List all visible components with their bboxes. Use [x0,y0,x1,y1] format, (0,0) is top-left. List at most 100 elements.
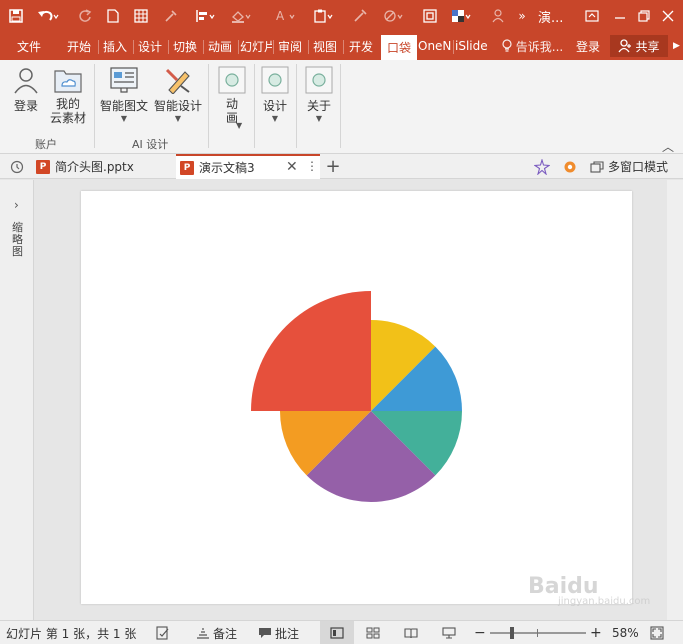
multi-window-mode-button[interactable]: 多窗口模式 [590,154,682,179]
design-button[interactable]: 设计 ▼ [258,66,292,124]
font-color-icon[interactable]: A [272,4,298,28]
magic-wand-icon[interactable] [530,154,554,179]
doc-tab-label: 演示文稿3 [199,161,255,175]
smart-graphic-button[interactable]: 智能图文 ▼ [98,66,150,124]
comment-icon [259,628,271,638]
collapse-ribbon-icon[interactable]: ︿ [662,138,674,155]
crop-icon[interactable] [420,4,440,28]
undo-icon[interactable] [34,4,62,28]
tab-separator [343,40,344,54]
comments-button[interactable]: 批注 [258,624,299,642]
table-icon[interactable] [132,4,150,28]
tab-separator [98,40,99,54]
new-file-icon[interactable] [104,4,122,28]
doc-tab-active[interactable]: P 演示文稿3 ✕ ⋮ [176,154,320,179]
doc-tab-inactive[interactable]: P 简介头图.pptx [32,154,172,179]
tab-slideshow[interactable]: 幻灯片 [240,32,272,60]
save-icon[interactable] [6,4,26,28]
notes-label: 备注 [213,626,238,641]
more-commands-icon[interactable]: » [514,4,530,28]
login-label: 登录 [13,99,38,113]
fit-slide-icon[interactable] [650,624,664,642]
about-dropdown-icon[interactable]: ▼ [302,114,336,124]
smart-graphic-label: 智能图文 [99,99,148,113]
ribbon-tabs: 文件 开始 插入 设计 切换 动画 幻灯片 审阅 视图 开发 口袋 OneN i… [0,32,683,60]
zoom-out-icon[interactable]: − [474,624,486,642]
tab-insert[interactable]: 插入 [100,32,130,60]
share-button[interactable]: 共享 [610,35,668,57]
zoom-slider[interactable] [490,627,586,639]
theme-colors-icon[interactable] [448,4,476,28]
format-painter-icon[interactable] [350,4,370,28]
about-label: 关于 [306,99,331,113]
tab-islide[interactable]: iSlide [455,32,487,60]
ribbon-display-icon[interactable] [580,4,604,28]
tab-file[interactable]: 文件 [8,32,50,60]
align-icon[interactable] [192,4,218,28]
shape-outline-icon[interactable] [380,4,408,28]
smart-graphic-icon [110,67,138,93]
spell-check-icon[interactable] [156,624,170,642]
smart-graphic-dropdown-icon[interactable]: ▼ [98,114,150,124]
tab-separator [308,40,309,54]
tab-home[interactable]: 开始 [62,32,96,60]
user-group-icon[interactable] [488,4,508,28]
animation-button[interactable]: 动 画 [214,66,250,125]
eyedropper-icon[interactable] [162,4,180,28]
reading-view-icon[interactable] [404,624,418,642]
smart-design-dropdown-icon[interactable]: ▼ [152,114,204,124]
design-icon [261,66,289,94]
tab-more-icon[interactable]: ⋮ [306,159,318,173]
user-icon [14,68,38,94]
tab-transitions[interactable]: 切换 [170,32,200,60]
close-icon[interactable] [656,4,680,28]
tab-design[interactable]: 设计 [135,32,165,60]
share-label: 共享 [635,39,660,54]
thumbnail-panel-label[interactable]: 缩略图 [12,222,26,258]
fill-color-icon[interactable] [228,4,254,28]
redo-icon[interactable] [76,4,94,28]
animation-label-line1: 动 [225,97,238,111]
history-icon[interactable] [6,154,28,179]
pie-shape[interactable] [81,191,632,604]
vertical-scrollbar[interactable] [667,180,683,620]
minimize-icon[interactable] [608,4,632,28]
tab-onenote[interactable]: OneN [418,32,452,60]
new-tab-icon[interactable]: + [322,154,344,179]
ribbon-separator [94,64,95,148]
slideshow-icon[interactable] [442,624,456,642]
sign-in-link[interactable]: 登录 [572,32,604,60]
tab-animations[interactable]: 动画 [205,32,235,60]
slide-workspace [35,180,683,620]
pie-segment-enlarged[interactable] [251,291,371,411]
paste-icon[interactable] [310,4,338,28]
comments-label: 批注 [275,626,300,641]
zoom-level[interactable]: 58% [612,624,639,642]
cloud-materials-button[interactable]: 我的 云素材 [48,66,88,125]
tab-review[interactable]: 审阅 [275,32,305,60]
tab-separator [203,40,204,54]
slide-sorter-icon[interactable] [366,624,380,642]
tab-developer[interactable]: 开发 [345,32,377,60]
tab-separator [238,40,239,54]
normal-view-icon[interactable] [320,621,354,644]
smart-design-icon [165,68,190,94]
tell-me-search[interactable]: 告诉我... [496,32,568,60]
notes-button[interactable]: 备注 [196,624,237,642]
animation-dropdown-icon[interactable]: ▼ [236,121,242,131]
tabs-scroll-right-icon[interactable]: ▶ [670,32,683,60]
slide-canvas[interactable] [81,191,632,604]
expand-panel-icon[interactable]: › [14,198,19,212]
smart-design-button[interactable]: 智能设计 ▼ [152,66,204,124]
close-tab-icon[interactable]: ✕ [286,159,298,175]
design-dropdown-icon[interactable]: ▼ [258,114,292,124]
zoom-in-icon[interactable]: + [590,624,602,642]
tab-view[interactable]: 视图 [310,32,340,60]
about-button[interactable]: 关于 ▼ [302,66,336,124]
zoom-slider-thumb[interactable] [510,627,514,639]
group-account-label: 账户 [35,138,57,151]
settings-gear-icon[interactable] [558,154,582,179]
restore-icon[interactable] [632,4,656,28]
login-button[interactable]: 登录 [6,66,46,114]
tab-koudai[interactable]: 口袋 [381,35,417,60]
